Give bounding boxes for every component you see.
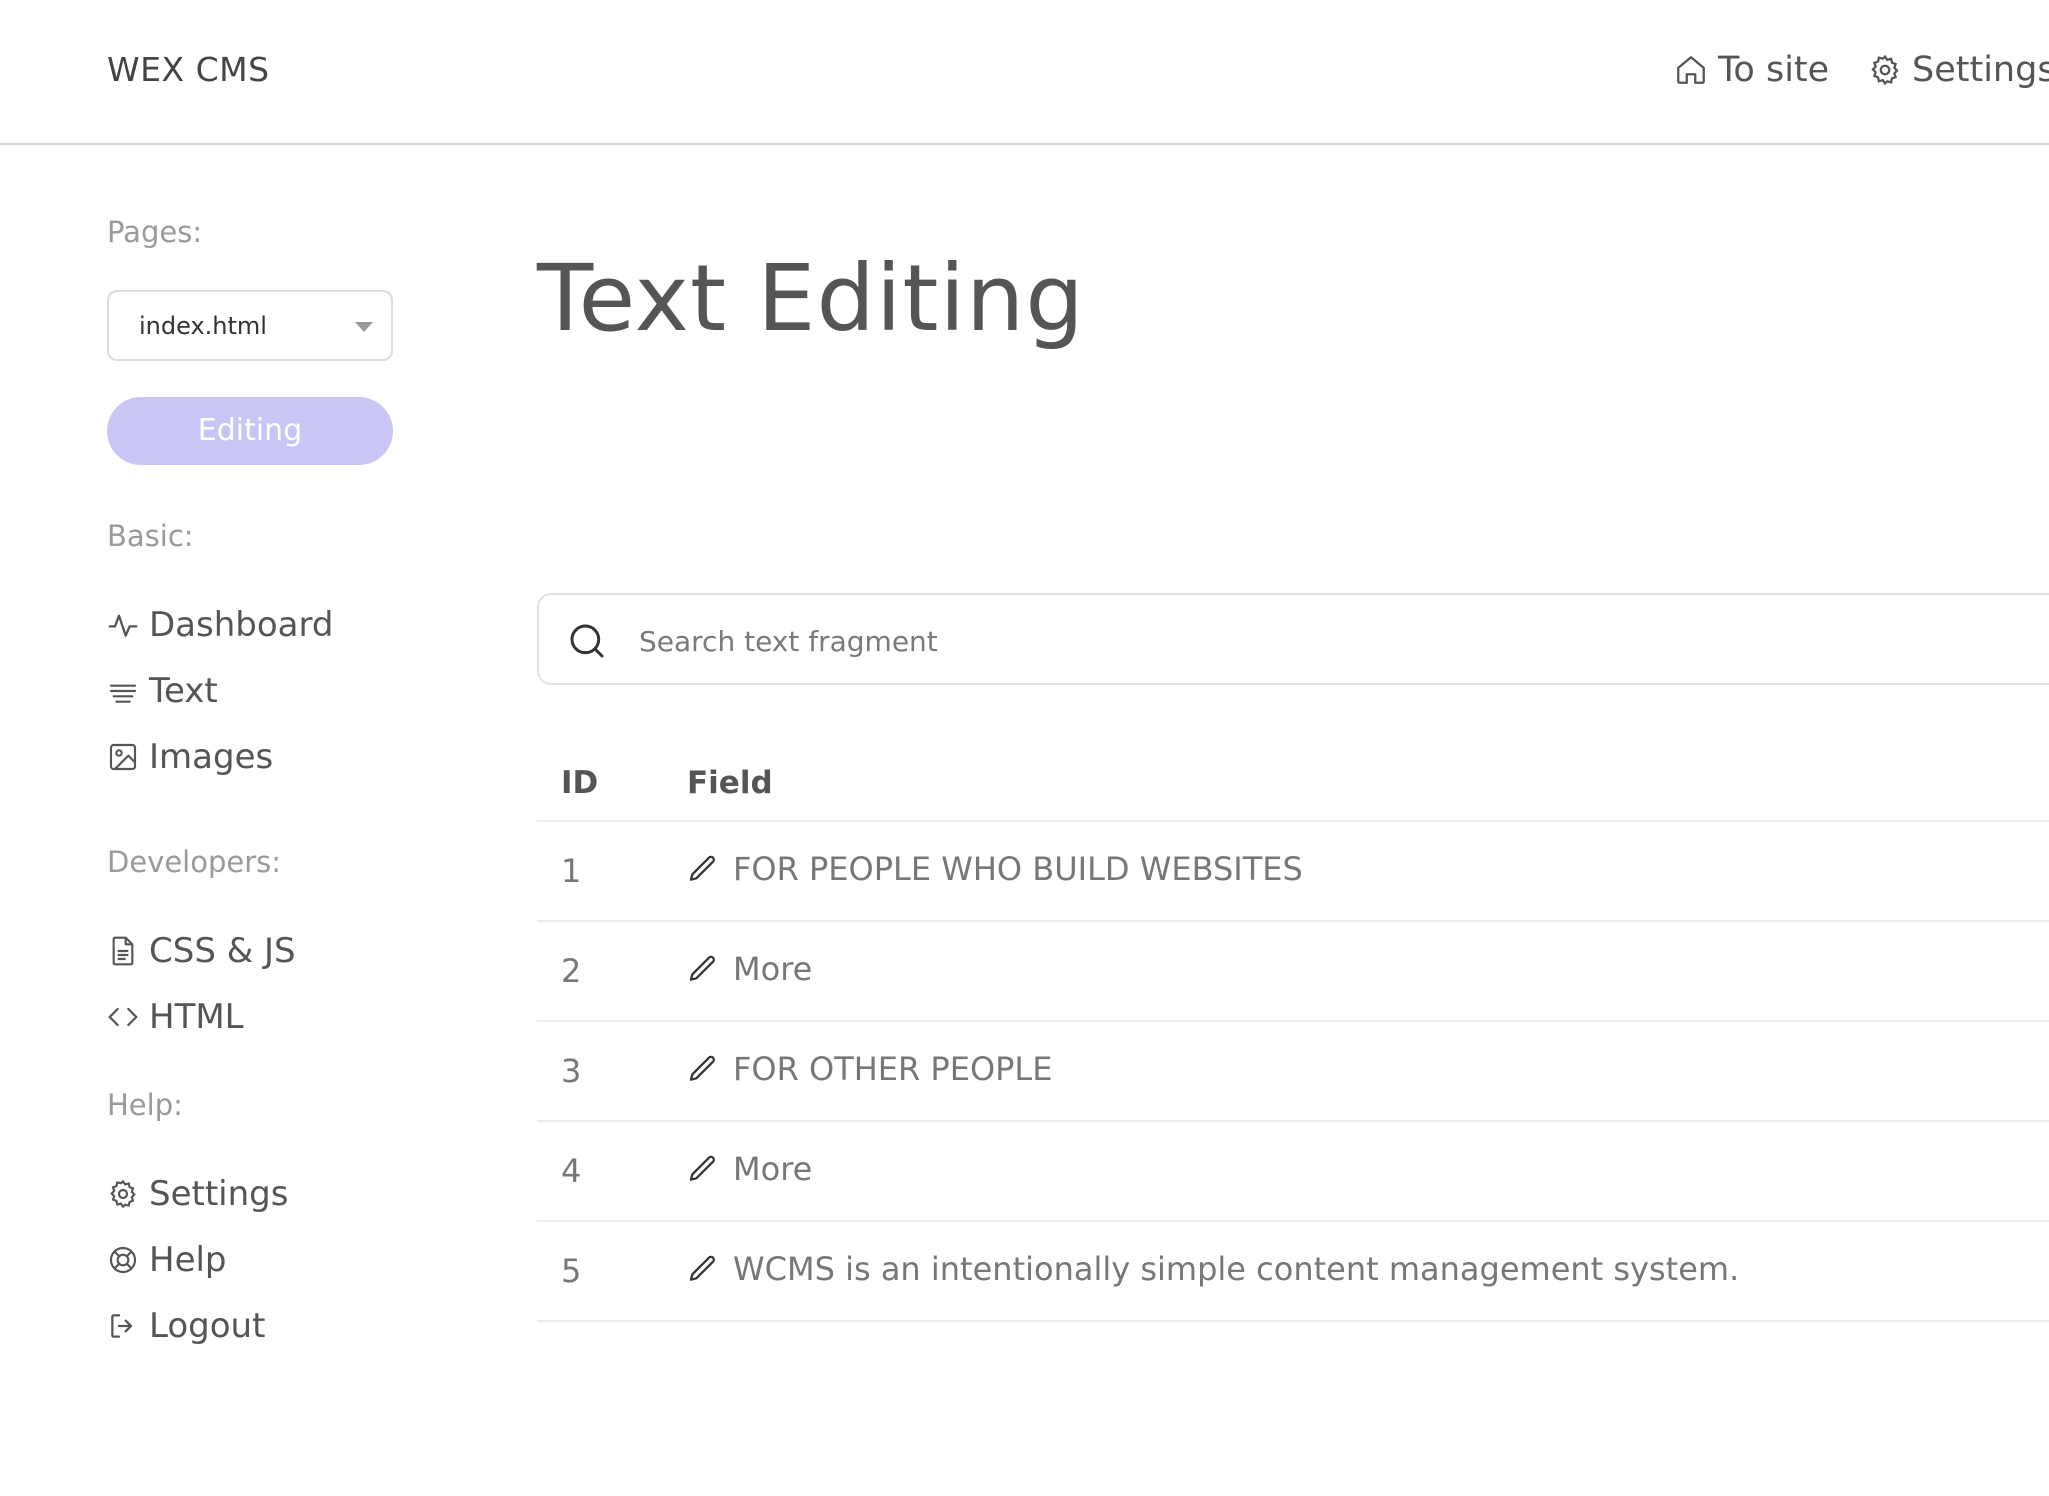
column-header-id: ID: [561, 765, 599, 801]
settings-link[interactable]: Settings: [1868, 50, 2049, 90]
pencil-icon[interactable]: [687, 853, 719, 885]
to-site-link[interactable]: To site: [1674, 50, 1829, 90]
row-field-text: More: [733, 1150, 813, 1188]
sidebar-item-label: Help: [149, 1240, 227, 1280]
table-row[interactable]: 4 More: [537, 1122, 2049, 1222]
home-icon: [1677, 56, 1705, 84]
brand-logo[interactable]: WEX CMS: [107, 50, 270, 89]
table-header: ID Field: [537, 725, 2049, 822]
settings-label: Settings: [1912, 50, 2049, 90]
activity-icon: [108, 614, 138, 637]
page-select[interactable]: index.html: [107, 290, 393, 361]
row-field-text: FOR PEOPLE WHO BUILD WEBSITES: [733, 850, 1303, 888]
sidebar-item-label: Logout: [149, 1306, 266, 1346]
sidebar-item-images[interactable]: Images: [107, 737, 273, 777]
sidebar-item-label: Images: [149, 737, 274, 777]
to-site-label: To site: [1718, 50, 1830, 90]
page-title: Text Editing: [537, 245, 1085, 352]
pages-section-label: Pages:: [107, 215, 203, 249]
sidebar-item-html[interactable]: HTML: [107, 997, 244, 1037]
row-id: 1: [561, 852, 582, 890]
search-icon: [570, 624, 604, 658]
row-id: 3: [561, 1052, 582, 1090]
search-box[interactable]: [537, 593, 2049, 685]
page-select-value: index.html: [139, 312, 267, 340]
row-field[interactable]: More: [687, 950, 812, 988]
top-bar: WEX CMS To site Settings: [0, 0, 2049, 145]
sidebar-item-help[interactable]: Help: [107, 1240, 227, 1280]
search-input[interactable]: [639, 617, 1839, 665]
sidebar-item-label: CSS & JS: [149, 931, 296, 971]
chevron-down-icon: [355, 322, 373, 332]
row-field[interactable]: FOR OTHER PEOPLE: [687, 1050, 1052, 1088]
text-table: ID Field 1 FOR PEOPLE WHO BUILD WEBSITES…: [537, 725, 2049, 1322]
sidebar-item-label: HTML: [149, 997, 244, 1037]
row-field[interactable]: FOR PEOPLE WHO BUILD WEBSITES: [687, 850, 1303, 888]
gear-icon: [110, 1179, 136, 1209]
row-field[interactable]: WCMS is an intentionally simple content …: [687, 1250, 1739, 1288]
basic-section-label: Basic:: [107, 519, 194, 553]
sidebar-item-logout[interactable]: Logout: [107, 1306, 265, 1346]
column-header-field: Field: [687, 765, 773, 801]
help-section-label: Help:: [107, 1088, 183, 1122]
sidebar-item-css-js[interactable]: CSS & JS: [107, 931, 296, 971]
sidebar-item-label: Dashboard: [149, 605, 334, 645]
pencil-icon[interactable]: [687, 1053, 719, 1085]
sidebar-item-text[interactable]: Text: [107, 671, 218, 711]
code-icon: [108, 1007, 138, 1027]
table-row[interactable]: 5 WCMS is an intentionally simple conten…: [537, 1222, 2049, 1322]
row-field-text: FOR OTHER PEOPLE: [733, 1050, 1053, 1088]
table-row[interactable]: 1 FOR PEOPLE WHO BUILD WEBSITES: [537, 822, 2049, 922]
image-icon: [109, 743, 137, 771]
editing-button[interactable]: Editing: [107, 397, 393, 465]
row-field-text: WCMS is an intentionally simple content …: [733, 1250, 1740, 1288]
row-field[interactable]: More: [687, 1150, 812, 1188]
pencil-icon[interactable]: [687, 1253, 719, 1285]
sidebar-item-dashboard[interactable]: Dashboard: [107, 605, 333, 645]
file-icon: [112, 936, 134, 966]
row-id: 2: [561, 952, 582, 990]
logout-icon: [111, 1314, 133, 1338]
sidebar-item-settings[interactable]: Settings: [107, 1174, 288, 1214]
row-field-text: More: [733, 950, 813, 988]
row-id: 5: [561, 1252, 582, 1290]
gear-icon: [1871, 54, 1899, 86]
sidebar-item-label: Text: [149, 671, 218, 711]
sidebar-item-label: Settings: [149, 1174, 289, 1214]
table-row[interactable]: 3 FOR OTHER PEOPLE: [537, 1022, 2049, 1122]
table-row[interactable]: 2 More: [537, 922, 2049, 1022]
lifebuoy-icon: [109, 1246, 137, 1274]
pencil-icon[interactable]: [687, 1153, 719, 1185]
text-lines-icon: [109, 684, 137, 703]
row-id: 4: [561, 1152, 582, 1190]
pencil-icon[interactable]: [687, 953, 719, 985]
developers-section-label: Developers:: [107, 845, 282, 879]
